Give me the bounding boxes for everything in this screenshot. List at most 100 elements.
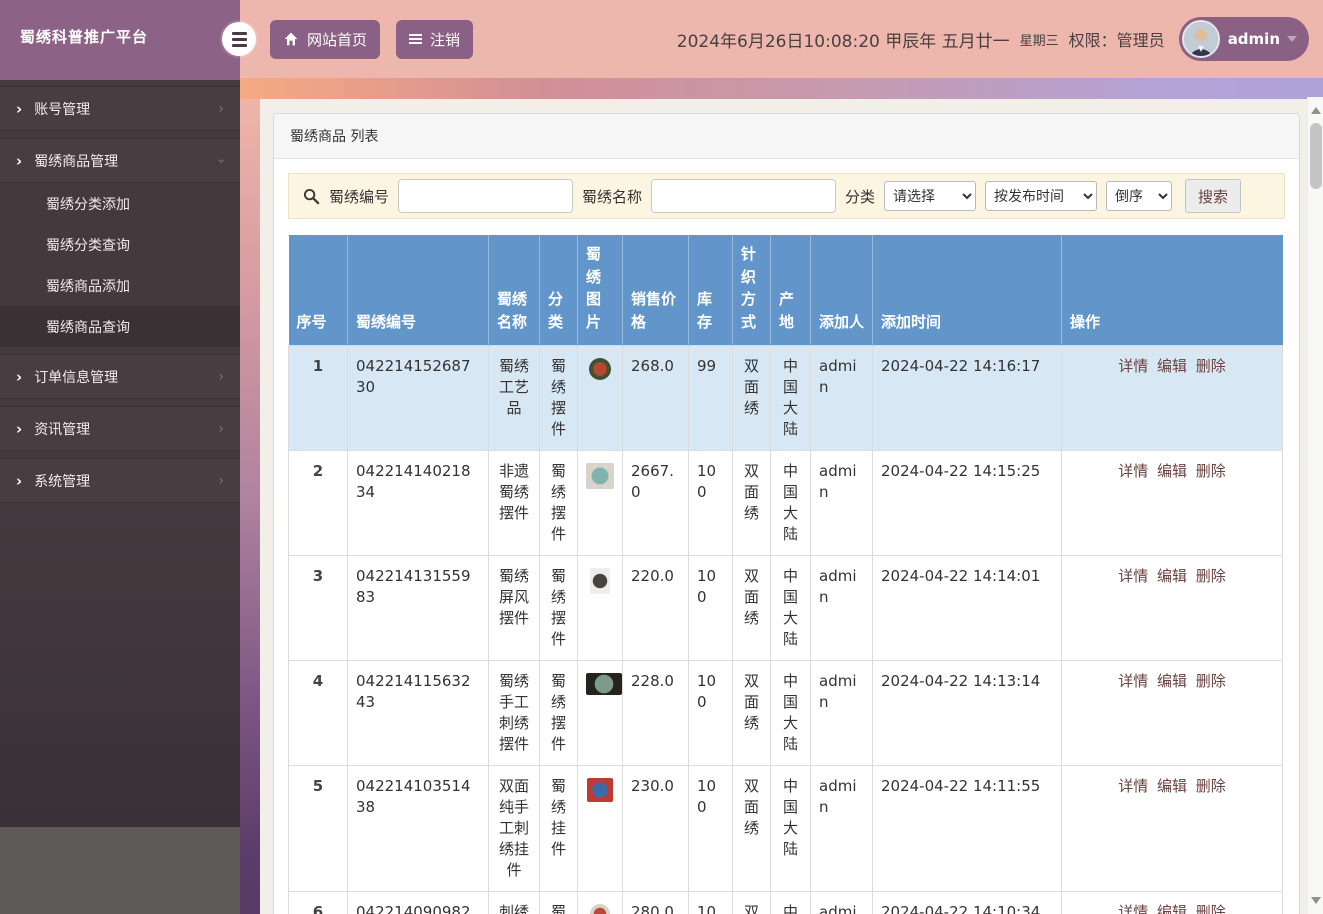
- delete-link[interactable]: 删除: [1196, 567, 1226, 585]
- topbar: 网站首页 注销 2024年6月26日10:08:20 甲辰年 五月廿一 星期三 …: [240, 0, 1323, 78]
- sidebar-item-product-query[interactable]: 蜀绣商品查询: [0, 306, 240, 347]
- detail-link[interactable]: 详情: [1118, 777, 1148, 795]
- cell-code: 04221411563243: [347, 660, 489, 766]
- col-creator: 添加人: [810, 235, 873, 346]
- sidebar-item-product-add[interactable]: 蜀绣商品添加: [0, 265, 240, 306]
- sidebar: 蜀绣科普推广平台 › 账号管理 › › 蜀绣商品管理 › 蜀绣分类添加 蜀绣分类…: [0, 0, 240, 914]
- delete-link[interactable]: 删除: [1196, 672, 1226, 690]
- delete-link[interactable]: 删除: [1196, 903, 1226, 914]
- cell-category: 蜀绣: [539, 891, 578, 914]
- sidebar-item-label: 订单信息管理: [34, 369, 119, 386]
- detail-link[interactable]: 详情: [1118, 462, 1148, 480]
- cell-origin: 中国大陆: [770, 660, 811, 766]
- cell-index: 6: [288, 891, 348, 914]
- sidebar-item-news-management[interactable]: › 资讯管理 ›: [0, 406, 240, 451]
- topbar-info: 2024年6月26日10:08:20 甲辰年 五月廿一 星期三 权限：管理员 a…: [677, 17, 1309, 61]
- col-index: 序号: [288, 235, 348, 346]
- code-field-label: 蜀绣编号: [329, 187, 390, 206]
- cell-code: 04221410351438: [347, 765, 489, 892]
- cell-image: [577, 450, 623, 556]
- cell-actions: 详情 编辑 删除: [1061, 765, 1283, 892]
- chevron-right-icon: ›: [218, 472, 224, 489]
- sidebar-item-order-management[interactable]: › 订单信息管理 ›: [0, 354, 240, 399]
- sidebar-item-system-management[interactable]: › 系统管理 ›: [0, 458, 240, 503]
- col-stock: 库存: [688, 235, 733, 346]
- sidebar-item-category-query[interactable]: 蜀绣分类查询: [0, 224, 240, 265]
- scroll-up-arrow-icon[interactable]: [1311, 107, 1321, 114]
- cell-actions: 详情 编辑 删除: [1061, 345, 1283, 451]
- cell-name: 蜀绣屏风摆件: [488, 555, 540, 661]
- edit-link[interactable]: 编辑: [1157, 357, 1187, 375]
- detail-link[interactable]: 详情: [1118, 903, 1148, 914]
- scrollbar-thumb[interactable]: [1310, 123, 1322, 189]
- table-row: 3 04221413155983 蜀绣屏风摆件 蜀绣摆件 220.0 100 双面绣 中国大陆…: [288, 555, 1283, 661]
- admin-app: 蜀绣科普推广平台 › 账号管理 › › 蜀绣商品管理 › 蜀绣分类添加 蜀绣分类…: [0, 0, 1323, 914]
- vertical-scrollbar[interactable]: [1307, 97, 1323, 914]
- cell-stock: 100: [688, 660, 733, 766]
- detail-link[interactable]: 详情: [1118, 672, 1148, 690]
- cell-category: 蜀绣挂件: [539, 765, 578, 892]
- edit-link[interactable]: 编辑: [1157, 672, 1187, 690]
- cell-origin: 中国大陆: [770, 450, 811, 556]
- cell-category: 蜀绣摆件: [539, 555, 578, 661]
- col-time: 添加时间: [872, 235, 1062, 346]
- detail-link[interactable]: 详情: [1118, 567, 1148, 585]
- sidebar-item-account-management[interactable]: › 账号管理 ›: [0, 86, 240, 131]
- table-row: 4 04221411563243 蜀绣手工刺绣摆件 蜀绣摆件 228.0 100 双面绣 中国…: [288, 660, 1283, 766]
- scroll-down-arrow-icon[interactable]: [1311, 897, 1321, 904]
- sidebar-item-label: 蜀绣商品管理: [34, 153, 119, 170]
- sort-field-select[interactable]: 按发布时间: [985, 181, 1098, 211]
- col-stitch: 针织方式: [732, 235, 771, 346]
- cell-image: [577, 555, 623, 661]
- col-name: 蜀绣名称: [488, 235, 540, 346]
- app-title: 蜀绣科普推广平台: [0, 0, 240, 80]
- detail-link[interactable]: 详情: [1118, 357, 1148, 375]
- chevron-right-icon: ›: [16, 99, 23, 118]
- cell-stitch: 双面绣: [732, 765, 771, 892]
- col-actions: 操作: [1061, 235, 1283, 346]
- search-button[interactable]: 搜索: [1185, 179, 1242, 213]
- chevron-down-icon: ›: [213, 157, 230, 164]
- cell-time: 2024-04-22 14:10:34: [872, 891, 1062, 914]
- logout-button[interactable]: 注销: [396, 19, 474, 59]
- sidebar-item-category-add[interactable]: 蜀绣分类添加: [0, 183, 240, 224]
- user-menu[interactable]: admin: [1178, 17, 1309, 61]
- table-row: 2 04221414021834 非遗蜀绣摆件 蜀绣摆件 2667.0 100 双面绣 中国大…: [288, 450, 1283, 556]
- cell-category: 蜀绣摆件: [539, 660, 578, 766]
- username: admin: [1227, 30, 1280, 48]
- category-select[interactable]: 请选择: [884, 181, 977, 211]
- product-thumbnail: [586, 463, 614, 489]
- chevron-right-icon: ›: [218, 100, 224, 117]
- edit-link[interactable]: 编辑: [1157, 903, 1187, 914]
- weekday-text: 星期三: [1019, 33, 1059, 49]
- sidebar-item-label: 资讯管理: [34, 421, 91, 438]
- sort-order-select[interactable]: 倒序: [1106, 181, 1173, 211]
- edit-link[interactable]: 编辑: [1157, 777, 1187, 795]
- edit-link[interactable]: 编辑: [1157, 567, 1187, 585]
- sidebar-toggle-button[interactable]: [222, 22, 256, 56]
- sidebar-item-product-management[interactable]: › 蜀绣商品管理 ›: [0, 138, 240, 183]
- delete-link[interactable]: 删除: [1196, 357, 1226, 375]
- cell-index: 3: [288, 555, 348, 661]
- cell-image: [577, 765, 623, 892]
- sidebar-item-label: 账号管理: [34, 101, 91, 118]
- chevron-right-icon: ›: [16, 419, 23, 438]
- cell-image: [577, 660, 623, 766]
- delete-link[interactable]: 删除: [1196, 462, 1226, 480]
- delete-link[interactable]: 删除: [1196, 777, 1226, 795]
- table-header-row: 序号 蜀绣编号 蜀绣名称 分类 蜀绣图片 销售价格 库存 针织方式 产地 添加人…: [288, 235, 1283, 346]
- cell-stitch: 双面绣: [732, 660, 771, 766]
- sidebar-submenu: 蜀绣分类添加 蜀绣分类查询 蜀绣商品添加 蜀绣商品查询: [0, 183, 240, 347]
- chevron-right-icon: ›: [16, 367, 23, 386]
- name-input[interactable]: [651, 179, 837, 213]
- edit-link[interactable]: 编辑: [1157, 462, 1187, 480]
- code-input[interactable]: [398, 179, 574, 213]
- cell-stitch: 双面绣: [732, 555, 771, 661]
- cell-creator: admin: [810, 345, 873, 451]
- cell-image: [577, 345, 623, 451]
- avatar: [1181, 20, 1220, 58]
- col-code: 蜀绣编号: [347, 235, 489, 346]
- main-content: 蜀绣商品 列表 蜀绣编号 蜀绣名称 分类 请选择 按发布时间 倒序 搜索 序号 …: [260, 99, 1307, 914]
- home-button[interactable]: 网站首页: [270, 19, 381, 59]
- cell-category: 蜀绣摆件: [539, 345, 578, 451]
